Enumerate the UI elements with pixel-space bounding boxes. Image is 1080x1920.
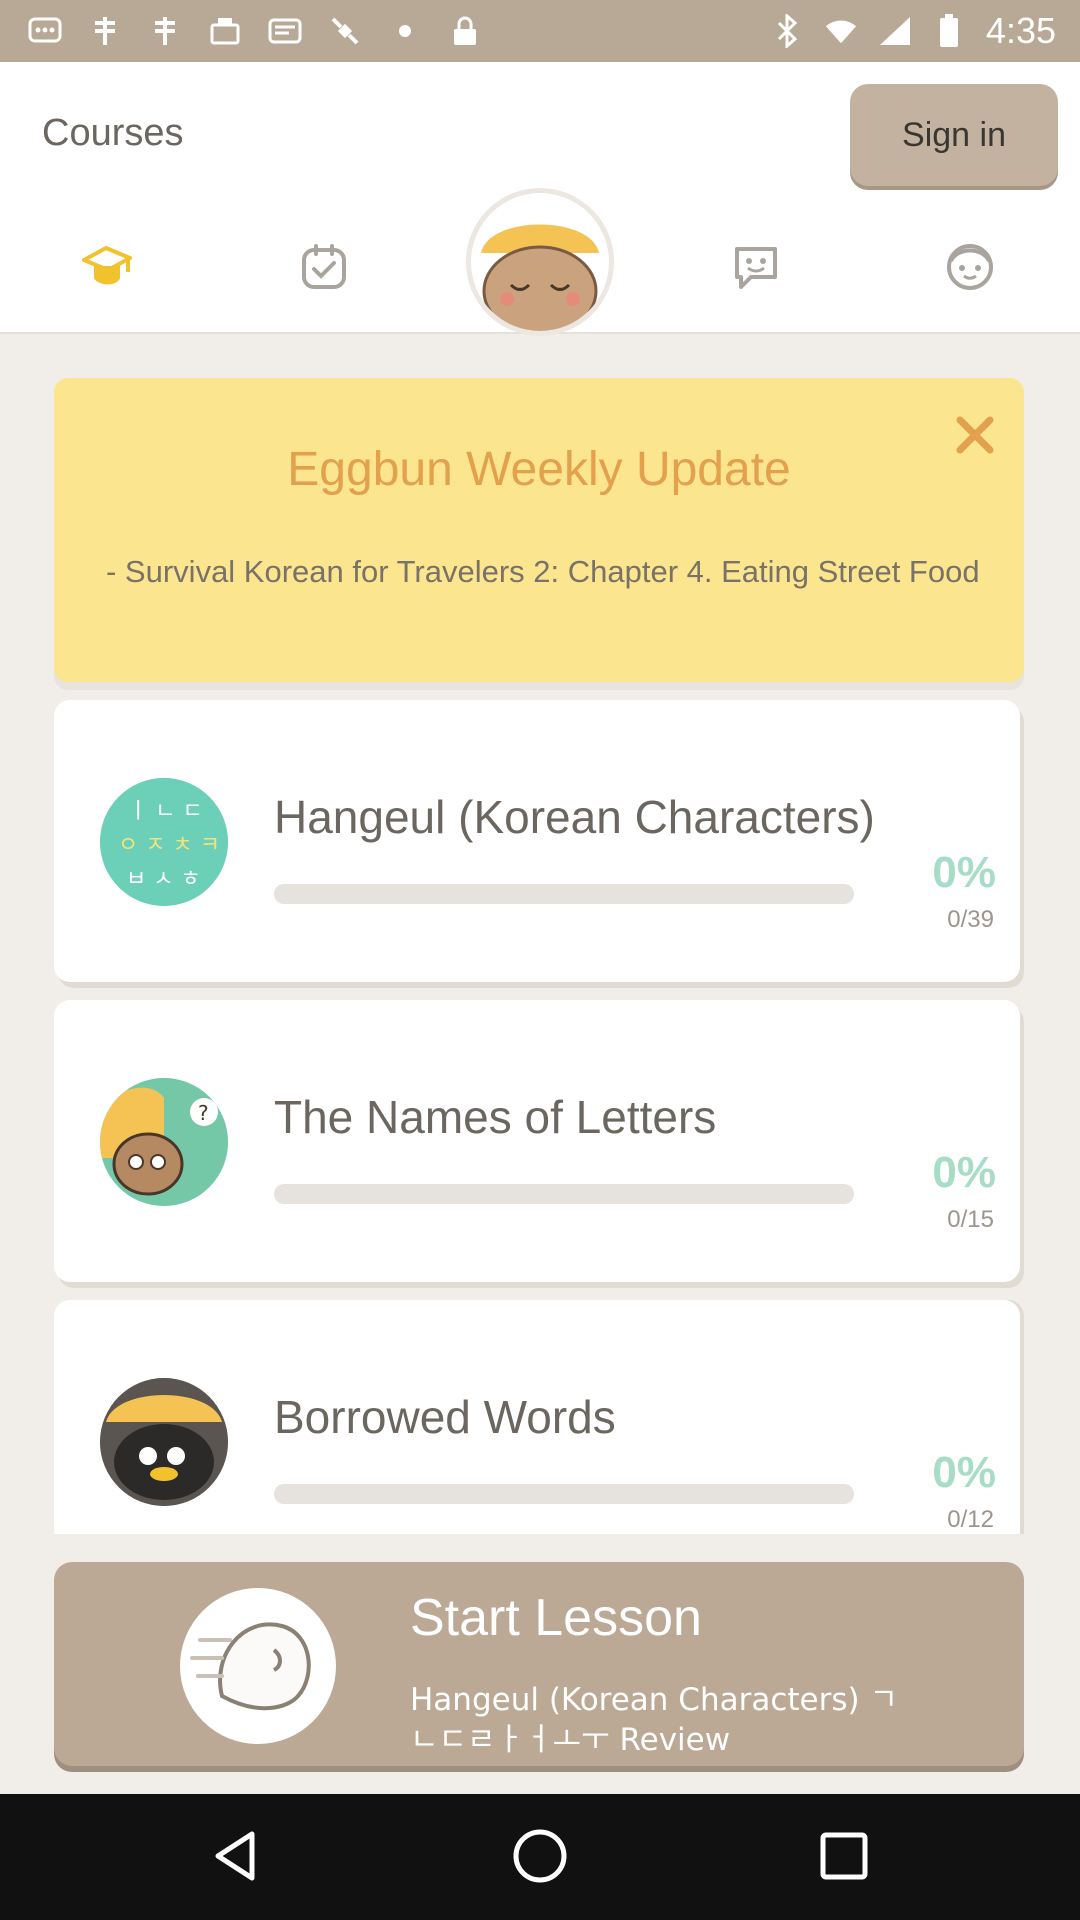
course-card[interactable]: ㅣ ㄴ ㄷ ㅇ ㅈ ㅊ ㅋ ㅂ ㅅ ㅎ Hangeul (Korean Char… bbox=[54, 700, 1020, 982]
course-card[interactable]: Borrowed Words 0% 0/12 bbox=[54, 1300, 1020, 1534]
page-title: Courses bbox=[42, 112, 184, 154]
tab-chat[interactable] bbox=[716, 228, 796, 308]
profile-face-icon bbox=[943, 241, 997, 296]
grid-icon bbox=[148, 14, 182, 48]
home-button[interactable] bbox=[500, 1818, 580, 1898]
battery-icon bbox=[932, 14, 966, 48]
grid-icon bbox=[88, 14, 122, 48]
chat-bubble-icon bbox=[731, 241, 781, 296]
start-lesson-subtitle: Hangeul (Korean Characters) ㄱ ㄴㄷㄹㅏㅓㅗㅜ Re… bbox=[410, 1682, 898, 1758]
course-percent: 0% bbox=[932, 1148, 996, 1197]
header: Courses Sign in bbox=[0, 62, 1080, 336]
course-count: 0/39 bbox=[947, 906, 994, 933]
weekly-update-card: Eggbun Weekly Update - Survival Korean f… bbox=[54, 378, 1024, 682]
course-card[interactable]: ? The Names of Letters 0% 0/15 bbox=[54, 1000, 1020, 1282]
notification-icons bbox=[28, 12, 482, 50]
eggbun-disguise-icon bbox=[100, 1378, 228, 1506]
course-title: The Names of Letters bbox=[274, 1091, 717, 1143]
update-body: - Survival Korean for Travelers 2: Chapt… bbox=[106, 554, 980, 589]
svg-text:ㅣ ㄴ ㄷ: ㅣ ㄴ ㄷ bbox=[128, 799, 203, 824]
tab-eggbun[interactable] bbox=[466, 188, 614, 336]
system-icons: 4:35 bbox=[770, 10, 1056, 52]
clock: 4:35 bbox=[985, 10, 1056, 51]
wifi-icon bbox=[824, 14, 858, 48]
progress-bar bbox=[274, 1484, 854, 1504]
course-percent: 0% bbox=[932, 848, 996, 897]
names-of-letters-avatar: ? bbox=[100, 1078, 228, 1206]
tab-checklist[interactable] bbox=[284, 228, 364, 308]
close-icon bbox=[954, 414, 996, 461]
navigation-bar bbox=[0, 1794, 1080, 1920]
course-title: Hangeul (Korean Characters) bbox=[274, 791, 875, 843]
back-triangle-icon bbox=[212, 1829, 260, 1888]
message-icon bbox=[28, 14, 62, 48]
course-count: 0/15 bbox=[947, 1206, 994, 1233]
checklist-icon bbox=[301, 242, 347, 295]
progress-bar bbox=[274, 884, 854, 904]
tab-profile[interactable] bbox=[930, 228, 1010, 308]
eggbun-running-icon bbox=[178, 1586, 338, 1746]
eggbun-face-icon bbox=[471, 224, 609, 331]
svg-text:ㅇ ㅈ ㅊ ㅋ: ㅇ ㅈ ㅊ ㅋ bbox=[118, 833, 220, 858]
home-circle-icon bbox=[512, 1828, 568, 1889]
tab-courses[interactable] bbox=[68, 228, 148, 308]
back-button[interactable] bbox=[196, 1818, 276, 1898]
status-bar: 4:35 bbox=[0, 0, 1080, 62]
grad-cap-icon bbox=[80, 242, 136, 295]
svg-text:ㅂ ㅅ ㅎ: ㅂ ㅅ ㅎ bbox=[126, 867, 201, 892]
course-percent: 0% bbox=[932, 1448, 996, 1497]
start-lesson-title: Start Lesson bbox=[410, 1589, 702, 1647]
recents-button[interactable] bbox=[804, 1818, 884, 1898]
course-title: Borrowed Words bbox=[274, 1391, 616, 1443]
hangeul-avatar: ㅣ ㄴ ㄷ ㅇ ㅈ ㅊ ㅋ ㅂ ㅅ ㅎ bbox=[100, 778, 228, 906]
recents-square-icon bbox=[819, 1831, 869, 1886]
fax-icon bbox=[208, 14, 242, 48]
course-count: 0/12 bbox=[947, 1506, 994, 1533]
sign-in-button[interactable]: Sign in bbox=[850, 84, 1058, 186]
svg-text:?: ? bbox=[198, 1101, 209, 1125]
borrowed-words-avatar bbox=[100, 1378, 228, 1506]
message-icon bbox=[268, 14, 302, 48]
signal-icon bbox=[878, 14, 912, 48]
close-update-button[interactable] bbox=[944, 406, 1006, 468]
hangeul-letters-icon: ㅣ ㄴ ㄷ ㅇ ㅈ ㅊ ㅋ ㅂ ㅅ ㅎ bbox=[100, 778, 228, 906]
bluetooth-icon bbox=[770, 14, 804, 48]
eggbun-character-icon: ? bbox=[100, 1078, 228, 1206]
progress-bar bbox=[274, 1184, 854, 1204]
update-title: Eggbun Weekly Update bbox=[287, 443, 791, 496]
start-lesson-button[interactable]: Start Lesson Hangeul (Korean Characters)… bbox=[54, 1562, 1024, 1766]
satellite-icon bbox=[328, 14, 362, 48]
dot-icon bbox=[388, 14, 422, 48]
lock-icon bbox=[448, 14, 482, 48]
